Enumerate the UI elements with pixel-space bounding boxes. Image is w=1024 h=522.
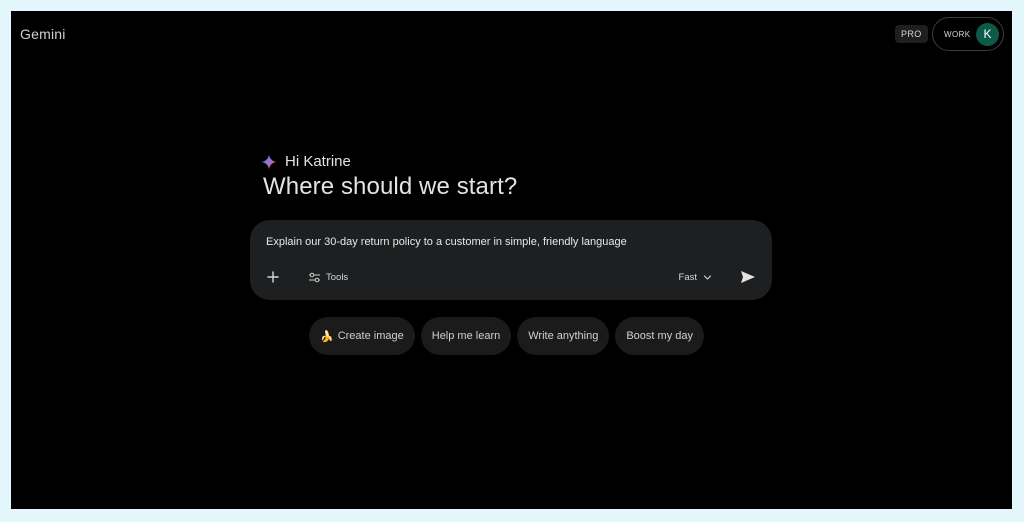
plan-badge: PRO bbox=[895, 25, 928, 43]
composer-toolbar: Tools Fast bbox=[262, 266, 760, 288]
greeting-text: Hi Katrine bbox=[285, 153, 351, 170]
model-selector[interactable]: Fast bbox=[679, 268, 712, 286]
workspace-label: WORK bbox=[944, 29, 971, 39]
suggestion-chips: 🍌 Create image Help me learn Write anyth… bbox=[309, 317, 710, 355]
chip-label: Write anything bbox=[528, 330, 599, 342]
page-title: Where should we start? bbox=[263, 173, 518, 200]
send-icon[interactable] bbox=[738, 267, 758, 287]
avatar[interactable]: K bbox=[976, 22, 999, 46]
prompt-input[interactable]: Explain our 30-day return policy to a cu… bbox=[266, 236, 746, 248]
chip-write-anything[interactable]: Write anything bbox=[517, 317, 610, 355]
chevron-down-icon bbox=[703, 274, 712, 280]
chip-create-image[interactable]: 🍌 Create image bbox=[309, 317, 415, 355]
gemini-app-window: Gemini PRO WORK K Hi Katrine Where shoul… bbox=[11, 11, 1012, 509]
chip-help-me-learn[interactable]: Help me learn bbox=[420, 317, 512, 355]
greeting: Hi Katrine bbox=[261, 153, 351, 170]
gemini-spark-icon bbox=[261, 154, 277, 169]
brand-logo[interactable]: Gemini bbox=[20, 26, 66, 42]
account-button[interactable]: WORK K bbox=[932, 17, 1004, 51]
model-label: Fast bbox=[678, 271, 697, 283]
chip-label: Help me learn bbox=[431, 330, 501, 342]
plus-icon[interactable] bbox=[264, 268, 282, 286]
chip-label: Create image bbox=[337, 330, 404, 342]
tools-button[interactable]: Tools bbox=[308, 268, 348, 286]
banana-icon: 🍌 bbox=[320, 330, 334, 343]
sliders-icon bbox=[309, 272, 320, 282]
tools-label: Tools bbox=[326, 271, 349, 283]
prompt-composer[interactable]: Explain our 30-day return policy to a cu… bbox=[250, 220, 772, 300]
chip-boost-my-day[interactable]: Boost my day bbox=[615, 317, 704, 355]
chip-label: Boost my day bbox=[626, 330, 693, 342]
